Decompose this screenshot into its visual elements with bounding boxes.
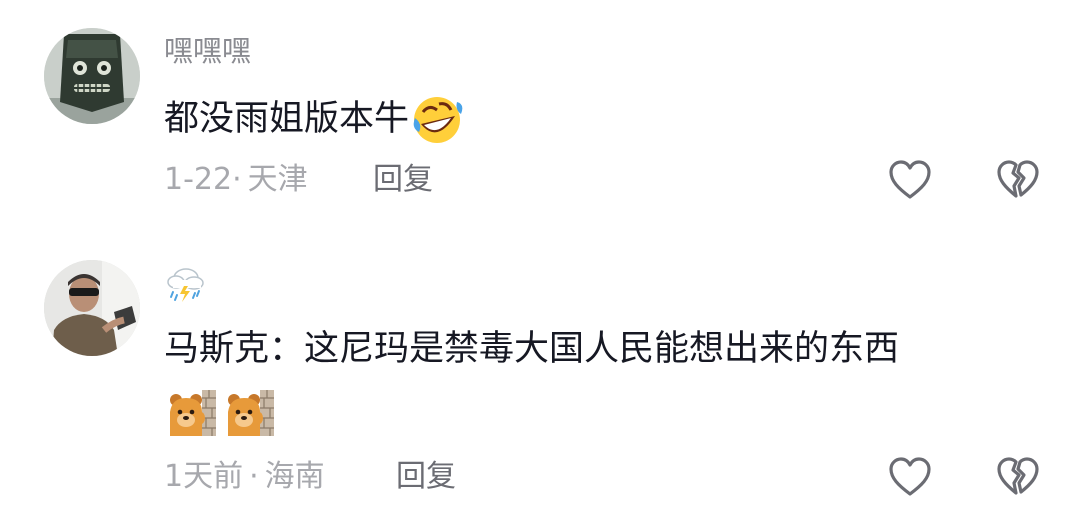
dislike-button[interactable]: [996, 456, 1040, 498]
peeking-bear-sticker: [228, 390, 274, 436]
reply-button[interactable]: 回复: [373, 161, 433, 199]
dislike-button[interactable]: [996, 159, 1040, 201]
comment-date: 1天前: [164, 459, 244, 494]
comment-location: 海南: [264, 459, 325, 494]
comment-text: 马斯克：这尼玛是禁毒大国人民能想出来的东西: [164, 329, 900, 369]
username[interactable]: 嘿嘿嘿: [164, 33, 251, 69]
heart-icon: [889, 160, 931, 199]
rolling-laughing-emoji-icon: [413, 97, 463, 143]
heart-icon: [889, 457, 931, 496]
avatar[interactable]: [44, 260, 140, 356]
comment-location: 天津: [247, 162, 308, 197]
comment-meta: 1天前 · 海南: [164, 458, 325, 496]
thunder-cloud-icon: [167, 268, 204, 302]
comment-date: 1-22: [164, 162, 233, 197]
bronze-mask-avatar-icon: [44, 28, 140, 124]
meta-separator: ·: [249, 459, 259, 494]
broken-heart-icon: [997, 457, 1039, 495]
comment-text: 都没雨姐版本牛: [164, 94, 463, 146]
masked-man-avatar-icon: [44, 260, 140, 356]
comment-meta: 1-22· 天津: [164, 161, 308, 199]
broken-heart-icon: [997, 160, 1039, 198]
comment-text-body: 都没雨姐版本牛: [164, 99, 410, 139]
meta-separator: ·: [232, 162, 242, 197]
like-button[interactable]: [888, 159, 932, 201]
avatar[interactable]: [44, 28, 140, 124]
like-button[interactable]: [888, 456, 932, 498]
peeking-bear-sticker: [170, 390, 216, 436]
username[interactable]: [164, 264, 206, 314]
reply-button[interactable]: 回复: [396, 458, 456, 496]
